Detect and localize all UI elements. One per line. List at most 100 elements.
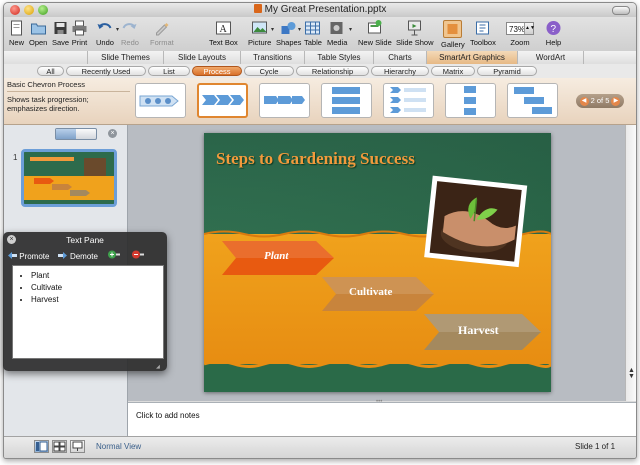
slide-thumbnail-preview (24, 152, 114, 204)
category-list[interactable]: List (148, 66, 190, 76)
bullet-item-plant[interactable]: Plant (31, 270, 163, 282)
toolbox-icon (476, 21, 490, 35)
help-icon: ? (546, 21, 561, 35)
tab-smartart-graphics[interactable]: SmartArt Graphics (426, 51, 517, 64)
table-icon (305, 21, 321, 35)
normal-view-button[interactable] (34, 440, 49, 453)
gallery-next-button[interactable]: ▶ (611, 97, 621, 106)
resize-grip-icon[interactable]: ◢ (156, 364, 164, 370)
tab-charts[interactable]: Charts (373, 51, 426, 64)
vertical-scrollbar[interactable]: ▲ ▼ (625, 125, 636, 401)
bullet-list: Plant Cultivate Harvest (13, 270, 163, 306)
shapes-button[interactable]: Shapes ▾ (276, 20, 301, 47)
chevron-step-2[interactable]: Cultivate (322, 277, 434, 311)
zoom-input[interactable]: 73% ▲▼ (506, 22, 535, 35)
media-button[interactable]: Media ▾ (327, 20, 352, 47)
category-matrix[interactable]: Matrix (431, 66, 475, 76)
slide-title[interactable]: Steps to Gardening Success (216, 149, 415, 169)
new-slide-icon (368, 20, 382, 34)
media-icon (330, 22, 343, 34)
smartart-thumb-basic-process[interactable] (135, 83, 186, 118)
gallery-prev-button[interactable]: ◀ (579, 97, 589, 106)
save-button[interactable]: Save (52, 20, 69, 47)
slide-show-view-button[interactable] (70, 440, 85, 453)
toolbox-button[interactable]: Toolbox (470, 20, 496, 47)
slide-show-button[interactable]: Slide Show (396, 20, 434, 47)
text-pane-window[interactable]: × Text Pane Promote Demote Plant Cultiva… (3, 232, 167, 371)
status-bar: Normal View Slide 1 of 1 (4, 436, 636, 458)
bullet-item-cultivate[interactable]: Cultivate (31, 282, 163, 294)
toolbar-toggle-button[interactable] (612, 6, 630, 15)
table-button[interactable]: Table (304, 20, 322, 47)
smartart-thumb-descending-process[interactable] (507, 83, 558, 118)
text-pane-editor[interactable]: Plant Cultivate Harvest (12, 265, 164, 359)
demote-button[interactable]: Demote (57, 251, 98, 261)
category-process[interactable]: Process (192, 66, 242, 76)
ribbon-tabs: Slide Themes Slide Layouts Transitions T… (4, 51, 636, 65)
notes-pane[interactable]: ••• Click to add notes (128, 399, 636, 437)
remove-bullet-button[interactable] (132, 250, 145, 261)
category-recently-used[interactable]: Recently Used (66, 66, 146, 76)
remove-bullet-icon (132, 250, 145, 259)
slides-outline-toggle[interactable] (55, 128, 97, 140)
picture-button[interactable]: Picture ▾ (248, 20, 274, 47)
shapes-icon (281, 22, 296, 34)
open-button[interactable]: Open (29, 20, 47, 47)
new-button[interactable]: New (8, 20, 25, 47)
zoom-window-button[interactable] (38, 5, 48, 15)
gallery-page-indicator: 2 of 5 (590, 96, 610, 105)
title-bar: My Great Presentation.pptx (4, 3, 636, 17)
new-slide-button[interactable]: New Slide (358, 20, 392, 47)
tab-table-styles[interactable]: Table Styles (304, 51, 373, 64)
text-box-button[interactable]: A Text Box (209, 20, 238, 47)
close-window-button[interactable] (10, 5, 20, 15)
add-bullet-button[interactable] (108, 250, 121, 261)
category-cycle[interactable]: Cycle (244, 66, 294, 76)
format-button[interactable]: Format (150, 20, 174, 47)
slide-sorter-button[interactable] (52, 440, 67, 453)
format-icon (156, 23, 169, 36)
chevron-step-label: Cultivate (349, 286, 393, 298)
category-all[interactable]: All (37, 66, 64, 76)
tab-wordart[interactable]: WordArt (517, 51, 584, 64)
shapes-dropdown-icon[interactable]: ▾ (298, 26, 301, 33)
smartart-thumb-arrow-process[interactable] (259, 83, 310, 118)
minimize-window-button[interactable] (24, 5, 34, 15)
projector-icon (72, 441, 83, 451)
demote-icon (57, 252, 67, 259)
splitter-grip-icon[interactable]: ••• (376, 399, 388, 405)
chevron-step-3[interactable]: Harvest (424, 314, 541, 350)
chevron-step-1[interactable]: Plant (222, 241, 334, 275)
help-button[interactable]: ? Help (545, 20, 562, 47)
bullet-item-harvest[interactable]: Harvest (31, 294, 163, 306)
slide-canvas[interactable]: Steps to Gardening Success Plant Cultiva… (204, 133, 551, 392)
smartart-thumb-basic-chevron-process[interactable] (197, 83, 248, 118)
app-window: My Great Presentation.pptx New Open Save… (3, 2, 637, 459)
undo-dropdown-icon[interactable]: ▾ (116, 26, 119, 33)
promote-button[interactable]: Promote (7, 251, 49, 261)
zoom-stepper-icon[interactable]: ▲▼ (524, 23, 535, 34)
media-dropdown-icon[interactable]: ▾ (349, 26, 352, 33)
picture-dropdown-icon[interactable]: ▾ (271, 26, 274, 33)
tab-slide-layouts[interactable]: Slide Layouts (163, 51, 240, 64)
gallery-button[interactable]: Gallery (441, 20, 465, 49)
slides-view-toggle[interactable] (56, 129, 76, 139)
close-pane-icon[interactable]: × (108, 129, 117, 138)
picture-icon (252, 21, 268, 34)
window-title: My Great Presentation.pptx (264, 4, 387, 15)
print-button[interactable]: Print (71, 20, 88, 47)
smartart-thumb-chevron-list[interactable] (383, 83, 434, 118)
smartart-thumb-vertical-process[interactable] (445, 83, 496, 118)
tab-slide-themes[interactable]: Slide Themes (87, 51, 163, 64)
next-slide-icon[interactable]: ▲ ▼ (627, 367, 636, 380)
zoom-control[interactable]: 73% ▲▼ Zoom (506, 20, 535, 47)
smartart-thumb-step-down-process[interactable] (321, 83, 372, 118)
category-relationship[interactable]: Relationship (296, 66, 369, 76)
redo-button[interactable]: Redo (121, 20, 139, 47)
category-hierarchy[interactable]: Hierarchy (371, 66, 429, 76)
text-box-icon: A (215, 21, 231, 35)
tab-transitions[interactable]: Transitions (240, 51, 304, 64)
category-pyramid[interactable]: Pyramid (477, 66, 537, 76)
undo-button[interactable]: Undo ▾ (96, 20, 119, 47)
slide-thumbnail[interactable] (21, 149, 117, 207)
